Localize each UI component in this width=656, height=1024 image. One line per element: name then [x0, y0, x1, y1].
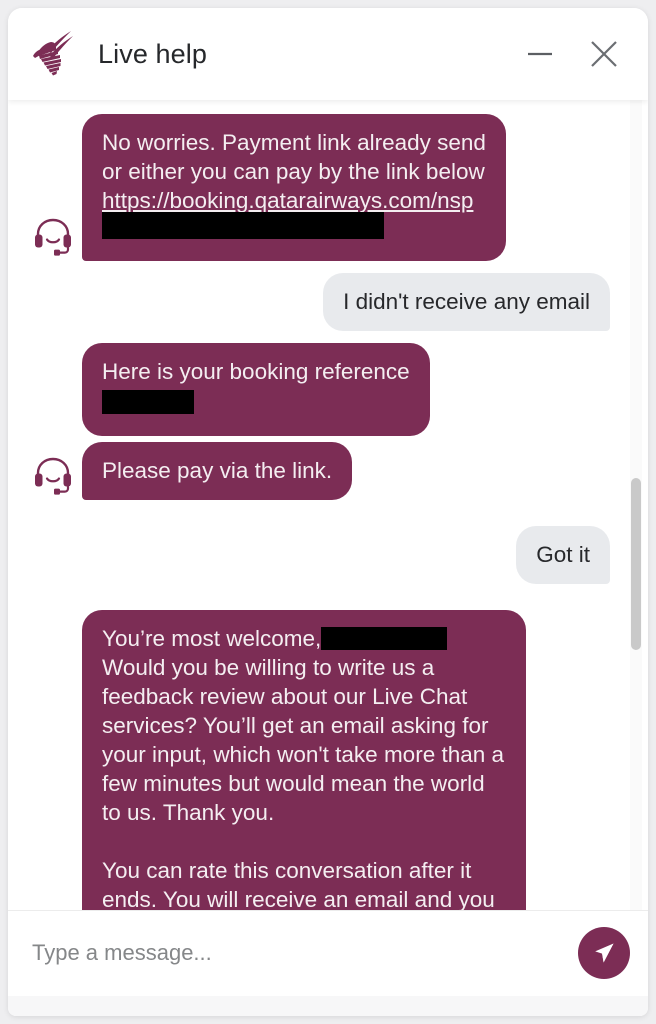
- minimize-button[interactable]: [518, 32, 562, 76]
- message-input[interactable]: [32, 940, 566, 967]
- message-line: or either you can pay by the link below: [102, 159, 485, 184]
- scrollbar-thumb[interactable]: [631, 478, 641, 650]
- send-button[interactable]: [578, 927, 630, 980]
- close-button[interactable]: [582, 32, 626, 76]
- message-bubble-user: Got it: [516, 526, 610, 584]
- messages-scroll-area[interactable]: No worries. Payment link already send or…: [8, 100, 648, 910]
- message-line: No worries. Payment link already send: [102, 130, 486, 155]
- qatar-airways-oryx-logo: [26, 27, 80, 81]
- message-bubble-agent: You’re most welcome, Would you be willin…: [82, 610, 526, 910]
- agent-avatar: [24, 215, 82, 261]
- window-title: Live help: [98, 38, 207, 69]
- minimize-icon: [528, 52, 552, 56]
- composer-bottom-fill: [8, 995, 648, 1016]
- headset-agent-avatar-icon: [35, 457, 71, 495]
- message-row-user: Got it: [24, 526, 614, 584]
- message-row-user: I didn't receive any email: [24, 273, 614, 331]
- message-bubble-agent: Here is your booking reference: [82, 343, 430, 436]
- message-bubble-agent: No worries. Payment link already send or…: [82, 114, 506, 261]
- message-bubble-user: I didn't receive any email: [323, 273, 610, 331]
- messages-list: No worries. Payment link already send or…: [8, 114, 648, 910]
- chat-header: Live help: [8, 8, 648, 100]
- close-icon: [591, 41, 617, 67]
- message-row-agent: Please pay via the link.: [24, 442, 614, 500]
- agent-avatar-placeholder: [24, 390, 82, 436]
- live-chat-window: Live help No worries. Payment link alrea…: [8, 8, 648, 1016]
- greeting-text: You’re most welcome,: [102, 626, 322, 651]
- agent-avatar: [24, 454, 82, 500]
- send-paper-plane-icon: [595, 943, 614, 963]
- message-bubble-agent: Please pay via the link.: [82, 442, 353, 500]
- message-row-agent: No worries. Payment link already send or…: [24, 114, 614, 261]
- messages-scrollbar[interactable]: [630, 100, 642, 910]
- redaction-bar: [321, 627, 448, 650]
- rating-paragraph: You can rate this conversation after it …: [102, 858, 495, 910]
- message-composer: [8, 909, 648, 996]
- message-row-agent: You’re most welcome, Would you be willin…: [24, 610, 614, 910]
- payment-link[interactable]: https://booking.qatarairways.com/nsp: [102, 188, 473, 213]
- app-root: Live help No worries. Payment link alrea…: [0, 0, 656, 1024]
- message-line: Here is your booking reference: [102, 359, 410, 384]
- message-row-agent: Here is your booking reference: [24, 343, 614, 436]
- feedback-paragraph: Would you be willing to write us a feedb…: [102, 655, 505, 825]
- redaction-bar: [102, 390, 194, 414]
- redaction-bar: [102, 212, 384, 239]
- headset-agent-avatar-icon: [35, 218, 71, 256]
